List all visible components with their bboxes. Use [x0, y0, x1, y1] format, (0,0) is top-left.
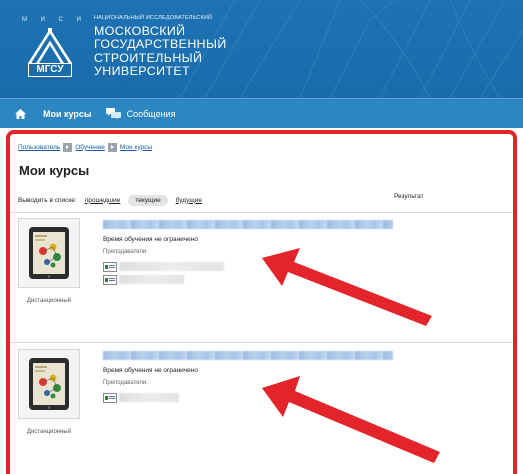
home-button[interactable]	[13, 107, 27, 121]
logo-badge: МГСУ	[28, 63, 72, 77]
annotation-frame	[6, 130, 517, 474]
university-name: МОСКОВСКИЙ ГОСУДАРСТВЕННЫЙ СТРОИТЕЛЬНЫЙ …	[94, 24, 294, 79]
home-icon	[14, 108, 26, 119]
logo-letter: М	[22, 17, 28, 23]
university-name-line: ГОСУДАРСТВЕННЫЙ	[94, 37, 227, 52]
main-nav: Мои курсы Сообщения	[0, 98, 523, 128]
university-subtitle: НАЦИОНАЛЬНЫЙ ИССЛЕДОВАТЕЛЬСКИЙ	[94, 15, 213, 21]
logo-letter: И	[40, 17, 46, 23]
nav-my-courses[interactable]: Мои курсы	[43, 109, 92, 119]
university-name-line: СТРОИТЕЛЬНЫЙ	[94, 50, 203, 65]
nav-messages-label: Сообщения	[126, 108, 176, 119]
logo-letter: И	[76, 17, 82, 23]
site-header: М И С И МГСУ НАЦИОНАЛЬНЫЙ ИССЛЕДОВАТЕЛЬС…	[0, 0, 523, 98]
nav-messages[interactable]: Сообщения	[105, 108, 176, 119]
logo-letters: М И С И	[22, 17, 82, 23]
messages-icon	[105, 108, 121, 119]
university-name-line: УНИВЕРСИТЕТ	[94, 64, 191, 79]
logo-letter: С	[58, 17, 64, 23]
nav-my-courses-label: Мои курсы	[43, 108, 92, 119]
university-logo-icon	[27, 28, 73, 65]
